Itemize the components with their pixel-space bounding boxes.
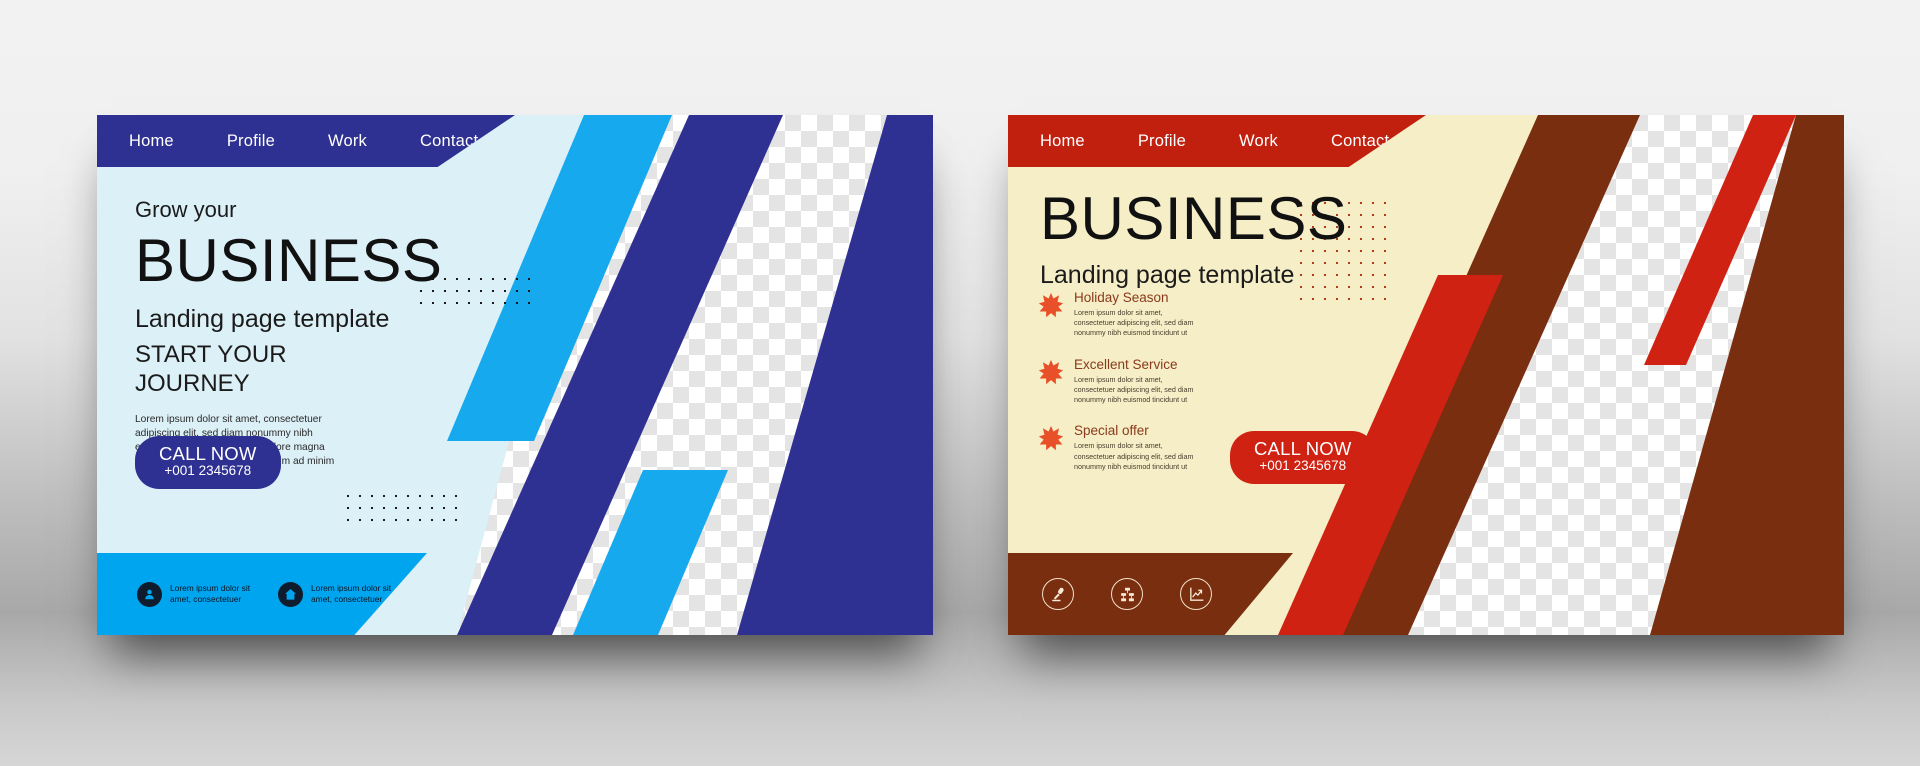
landing-page-card-blue: Home Profile Work Contact Grow your BUSI… xyxy=(97,115,933,635)
hero-eyebrow: Grow your xyxy=(135,197,237,222)
cta-phone: +001 2345678 xyxy=(164,463,252,479)
star-burst-icon xyxy=(1038,425,1064,451)
cta-label: CALL NOW xyxy=(159,443,257,464)
landing-page-card-red: Home Profile Work Contact BUSINESS Landi… xyxy=(1008,115,1844,635)
nav-item-profile[interactable]: Profile xyxy=(227,132,275,151)
sitemap-icon[interactable] xyxy=(1111,578,1143,610)
call-now-button-red[interactable]: CALL NOW +001 2345678 xyxy=(1230,431,1376,484)
hero-text-block-blue: Grow your BUSINESS Landing page template… xyxy=(135,197,442,469)
hero-subtitle: Landing page template xyxy=(135,305,390,333)
hero-caps-line-2: JOURNEY xyxy=(135,369,250,397)
home-icon xyxy=(278,581,303,607)
cta-phone: +001 2345678 xyxy=(1259,458,1347,474)
nav-item-home[interactable]: Home xyxy=(129,132,174,151)
feature-heading: Excellent Service xyxy=(1074,356,1178,372)
star-burst-icon xyxy=(1038,292,1064,318)
hero-title: BUSINESS xyxy=(1040,185,1348,252)
chart-icon[interactable] xyxy=(1180,578,1212,610)
hero-text-block-red: BUSINESS Landing page template xyxy=(1040,187,1347,291)
footer-item-user[interactable]: Lorem ipsum dolor sit amet, consectetuer xyxy=(137,581,256,607)
dot-pattern-bottom xyxy=(342,490,467,527)
call-now-button-blue[interactable]: CALL NOW +001 2345678 xyxy=(135,436,281,489)
nav-item-work[interactable]: Work xyxy=(1239,132,1278,151)
nav-item-work[interactable]: Work xyxy=(328,132,367,151)
footer-item-home[interactable]: Lorem ipsum dolor sit amet, consectetuer xyxy=(278,581,397,607)
nav-item-profile[interactable]: Profile xyxy=(1138,132,1186,151)
footer-item-label: Lorem ipsum dolor sit amet, consectetuer xyxy=(170,582,251,604)
feature-heading: Special offer xyxy=(1074,423,1149,439)
feature-item: Holiday Season Lorem ipsum dolor sit ame… xyxy=(1038,290,1202,339)
hero-title: BUSINESS xyxy=(135,227,443,294)
user-icon xyxy=(137,581,162,607)
feature-item: Special offer Lorem ipsum dolor sit amet… xyxy=(1038,423,1202,472)
hero-caps-line-1: START YOUR xyxy=(135,341,287,369)
cta-label: CALL NOW xyxy=(1254,438,1352,459)
feature-item: Excellent Service Lorem ipsum dolor sit … xyxy=(1038,357,1202,406)
feature-list: Holiday Season Lorem ipsum dolor sit ame… xyxy=(1038,290,1202,490)
feature-text: Lorem ipsum dolor sit amet, consectetuer… xyxy=(1074,441,1194,471)
feature-text: Lorem ipsum dolor sit amet, consectetuer… xyxy=(1074,374,1194,405)
mockup-stage: Home Profile Work Contact Grow your BUSI… xyxy=(0,0,1920,766)
nav-item-home[interactable]: Home xyxy=(1040,132,1085,151)
feature-heading: Holiday Season xyxy=(1074,290,1169,305)
diagonal-stripe-navy-right xyxy=(737,115,933,635)
feature-text: Lorem ipsum dolor sit amet, consectetuer… xyxy=(1074,308,1194,338)
hero-subtitle: Landing page template xyxy=(1040,261,1295,289)
star-burst-icon xyxy=(1038,359,1064,385)
microphone-icon[interactable] xyxy=(1042,578,1074,610)
